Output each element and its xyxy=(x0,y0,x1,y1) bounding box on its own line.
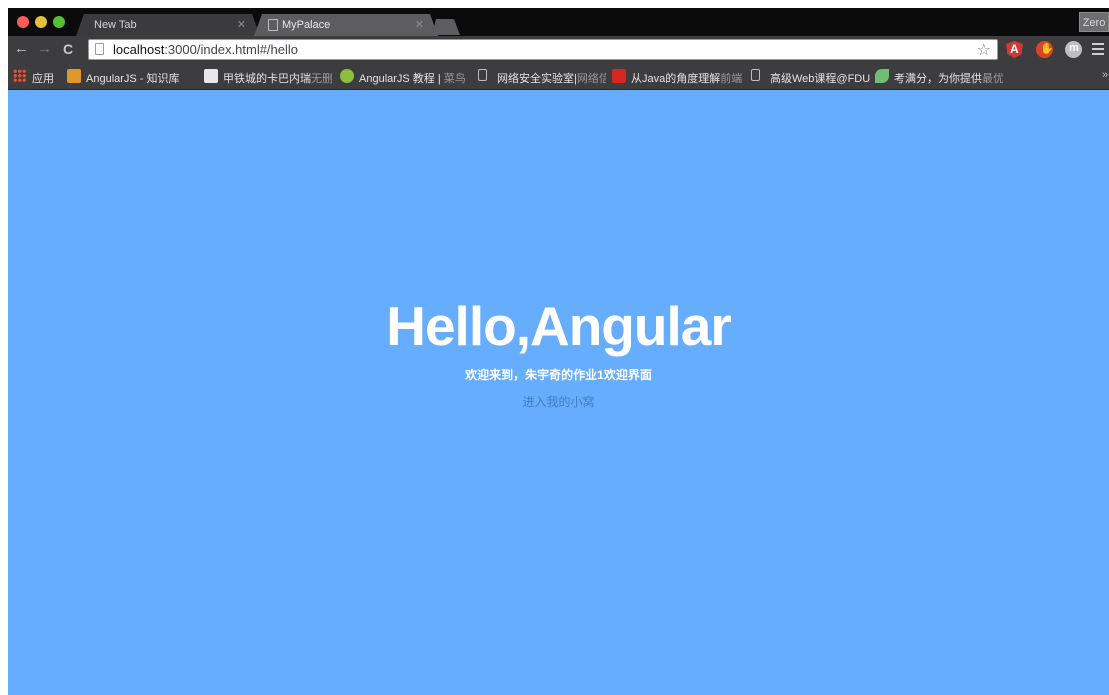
bookmark-label: 从Java的角度理解前端 xyxy=(631,73,742,85)
minimize-window-button[interactable] xyxy=(35,16,47,28)
page-icon xyxy=(478,69,487,81)
apps-grid-icon xyxy=(13,69,26,82)
bookmark-label: AngularJS - 知识库 xyxy=(86,73,180,85)
reload-icon[interactable]: C xyxy=(63,41,73,57)
page-title: Hello,Angular xyxy=(386,295,732,357)
welcome-subtitle: 欢迎来到，朱宇奇的作业1欢迎界面 xyxy=(465,368,652,382)
browser-window: New Tab ✕ MyPalace ✕ Zero ← → C localhos… xyxy=(8,8,1109,695)
adblock-glyph: ✋ xyxy=(1040,43,1054,55)
bookmark-label: 甲铁城的卡巴内瑞无删 xyxy=(223,73,332,85)
browser-toolbar: ← → C localhost:3000/index.html#/hello ☆… xyxy=(8,36,1109,63)
bookmark-label: 应用 xyxy=(32,73,54,85)
profile-button[interactable]: Zero xyxy=(1079,12,1109,32)
forward-arrow-icon[interactable]: → xyxy=(37,41,52,57)
tab-close-icon[interactable]: ✕ xyxy=(237,18,246,31)
bookmark-apps[interactable]: 应用 xyxy=(13,69,63,85)
bookmark-java-frontend[interactable]: 从Java的角度理解前端 xyxy=(612,69,742,85)
runoob-icon xyxy=(340,69,354,83)
zoom-window-button[interactable] xyxy=(53,16,65,28)
bookmark-label: 考满分，为你提供最优 xyxy=(894,73,1003,85)
bookmark-angularjs-runoob[interactable]: AngularJS 教程 | 菜鸟 xyxy=(340,69,470,85)
address-bar[interactable]: localhost:3000/index.html#/hello ☆ xyxy=(88,39,998,60)
url-text[interactable]: localhost:3000/index.html#/hello xyxy=(113,42,298,57)
angular-glyph: A xyxy=(1010,42,1019,56)
tab-mypalace[interactable]: MyPalace ✕ xyxy=(254,14,438,36)
angular-batarang-icon[interactable]: A xyxy=(1006,41,1023,58)
page-viewport: Hello,Angular 欢迎来到，朱宇奇的作业1欢迎界面 进入我的小窝 xyxy=(8,90,1109,695)
bookmark-label: AngularJS 教程 | 菜鸟 xyxy=(359,73,466,85)
url-host: localhost xyxy=(113,42,165,57)
bookmark-star-icon[interactable]: ☆ xyxy=(977,40,991,60)
bookmarks-bar: 应用 AngularJS - 知识库 甲铁城的卡巴内瑞无删 AngularJS … xyxy=(8,63,1109,90)
enter-link-wrapper: 进入我的小窝 xyxy=(8,393,1109,410)
tab-new-tab[interactable]: New Tab ✕ xyxy=(76,14,260,36)
tab-title: MyPalace xyxy=(282,19,331,31)
bookmark-kabaneri[interactable]: 甲铁城的卡巴内瑞无删 xyxy=(204,69,332,85)
bookmark-angularjs-zhishiku[interactable]: AngularJS - 知识库 xyxy=(67,69,193,85)
profile-m-icon[interactable]: m xyxy=(1065,41,1082,58)
bookmarks-overflow-icon[interactable]: » xyxy=(1102,69,1108,81)
bookmark-advanced-web-fdu[interactable]: 高级Web课程@FDU xyxy=(751,69,871,85)
chrome-menu-icon[interactable] xyxy=(1092,43,1104,58)
bookmark-kaomanfen[interactable]: 考满分，为你提供最优 xyxy=(875,69,1003,85)
close-window-button[interactable] xyxy=(17,16,29,28)
page-icon xyxy=(751,69,760,81)
tab-close-icon[interactable]: ✕ xyxy=(415,18,424,31)
bookmark-security-lab[interactable]: 网络安全实验室|网络信 xyxy=(478,69,606,85)
tab-title: New Tab xyxy=(94,19,137,31)
url-path: :3000/index.html#/hello xyxy=(164,42,299,57)
adblock-icon[interactable]: ✋ xyxy=(1036,41,1054,58)
enter-my-home-link[interactable]: 进入我的小窝 xyxy=(522,395,594,409)
m-glyph: m xyxy=(1069,42,1079,54)
page-icon xyxy=(268,19,278,31)
tab-strip: New Tab ✕ MyPalace ✕ Zero xyxy=(8,8,1109,36)
page-icon xyxy=(95,43,104,55)
new-tab-button[interactable] xyxy=(432,19,460,35)
csdn-icon xyxy=(67,69,81,83)
leaf-icon xyxy=(875,69,889,83)
face-icon xyxy=(204,69,218,83)
bookmark-label: 高级Web课程@FDU xyxy=(770,73,871,85)
bookmark-label: 网络安全实验室|网络信 xyxy=(497,73,606,85)
c-icon xyxy=(612,69,626,83)
back-arrow-icon[interactable]: ← xyxy=(14,41,29,57)
